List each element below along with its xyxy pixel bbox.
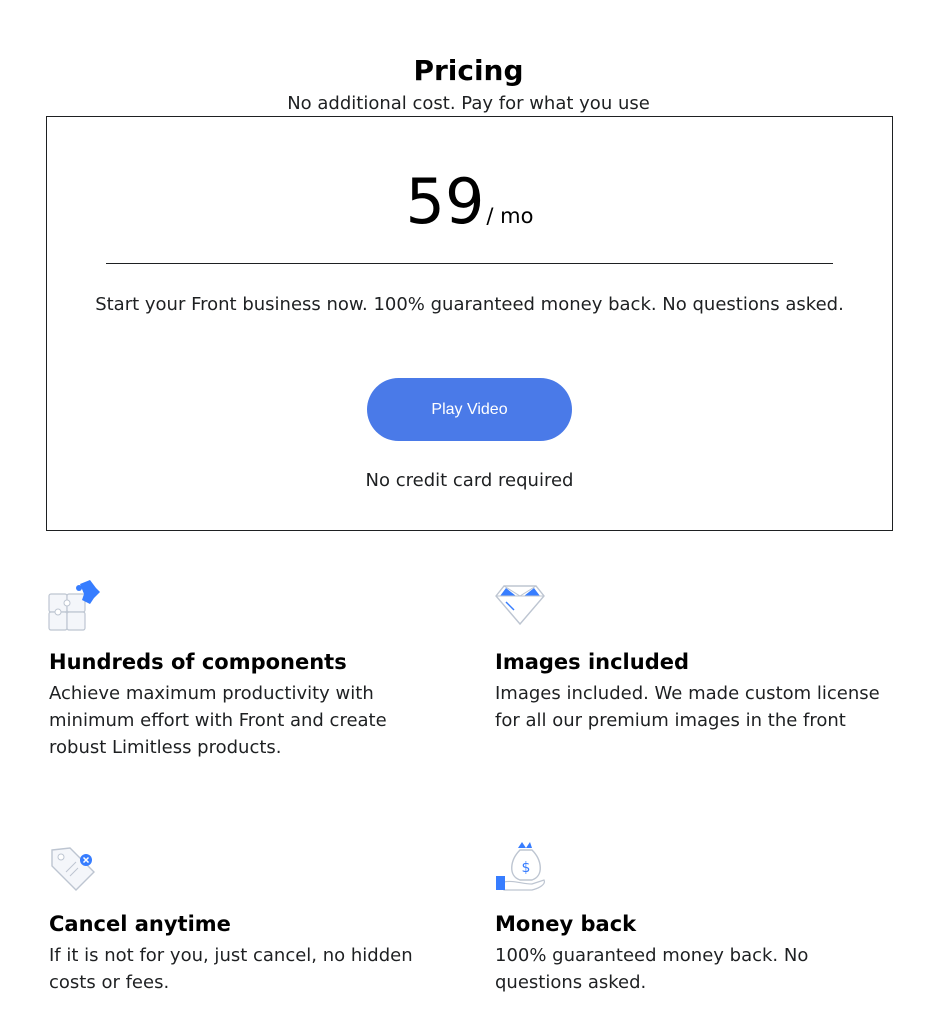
feature-title: Hundreds of components — [49, 650, 347, 674]
feature-text: Images included. We made custom license … — [495, 683, 880, 731]
feature-title: Images included — [495, 650, 690, 674]
price-amount: 59 — [405, 165, 485, 238]
divider — [106, 263, 833, 264]
feature-text: 100% guaranteed money back. No questions… — [495, 945, 809, 993]
price-period: / mo — [486, 204, 534, 228]
pricing-description: Start your Front business now. 100% guar… — [95, 294, 844, 315]
price-tag-icon — [46, 842, 102, 898]
pricing-card: 59/ mo Start your Front business now. 10… — [46, 116, 893, 531]
page-title: Pricing — [413, 54, 524, 87]
page-subtitle: No additional cost. Pay for what you use — [287, 93, 650, 114]
feature-text: Achieve maximum productivity with minimu… — [49, 683, 387, 758]
feature-title: Money back — [495, 912, 637, 936]
feature-title: Cancel anytime — [49, 912, 231, 936]
diamond-icon — [492, 582, 548, 638]
play-video-button[interactable]: Play Video — [367, 378, 572, 441]
money-bag-icon: $ — [492, 840, 548, 896]
puzzle-icon — [46, 578, 102, 634]
pricing-note: No credit card required — [365, 470, 574, 491]
feature-text: If it is not for you, just cancel, no hi… — [49, 945, 413, 993]
svg-text:$: $ — [522, 860, 531, 876]
price-row: 59/ mo — [47, 162, 892, 242]
